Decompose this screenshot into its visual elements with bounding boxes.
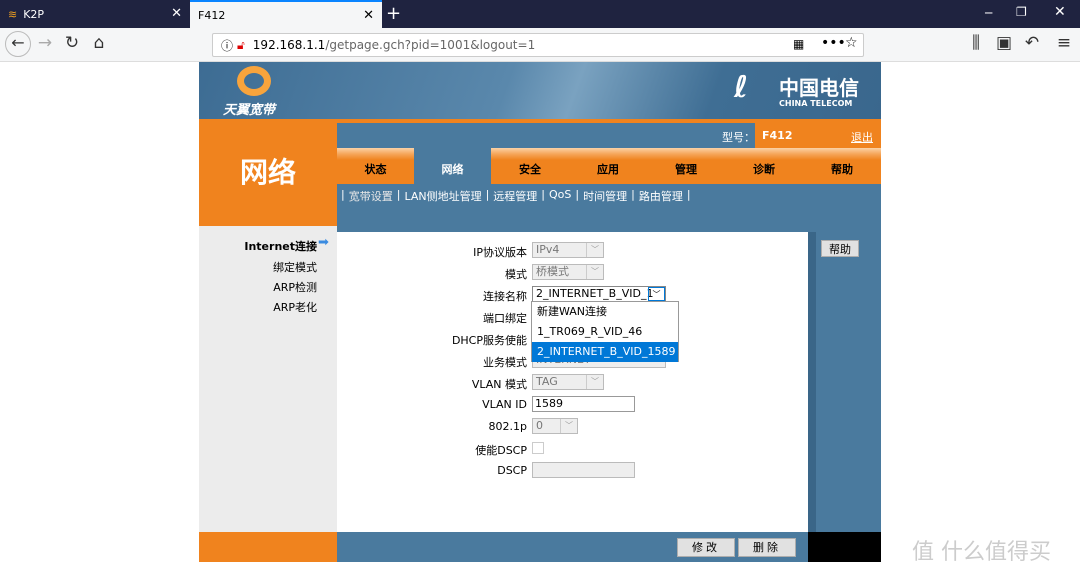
- sidebar-item-arp-aging[interactable]: ARP老化: [199, 299, 317, 315]
- insecure-lock-icon: 🔓︎: [237, 37, 245, 52]
- arrow-right-icon: ➡: [318, 235, 329, 250]
- sidebar-item-bind-mode[interactable]: 绑定模式: [199, 259, 317, 275]
- close-tab-icon[interactable]: ✕: [171, 6, 182, 21]
- sidebar-item-internet[interactable]: Internet连接: [199, 238, 317, 254]
- vlan-mode-select[interactable]: TAG ﹀: [532, 374, 604, 390]
- submenu-route[interactable]: 路由管理: [639, 188, 683, 204]
- dscp-input[interactable]: [532, 462, 635, 478]
- tab-k2p[interactable]: ≋ K2P ✕: [0, 0, 190, 28]
- reload-icon[interactable]: ↻: [60, 33, 84, 53]
- tianyi-logo-text: 天翼宽带: [223, 103, 276, 118]
- more-icon[interactable]: •••: [821, 35, 846, 51]
- library-icon[interactable]: ⫼: [964, 33, 988, 53]
- watermark: 值 什么值得买: [912, 540, 1051, 565]
- tab-network[interactable]: 网络: [414, 148, 491, 184]
- china-telecom-logo-icon: ℓ: [734, 70, 749, 105]
- submenu-lan[interactable]: LAN侧地址管理: [404, 188, 481, 204]
- submenu-time[interactable]: 时间管理: [583, 188, 627, 204]
- tianyi-logo-icon: [237, 66, 271, 96]
- sidebar-icon[interactable]: ▣: [992, 33, 1016, 53]
- section-panel: 网络: [199, 119, 337, 226]
- mode-select[interactable]: 桥模式 ﹀: [532, 264, 604, 280]
- dropdown-option[interactable]: 新建WAN连接: [532, 302, 678, 322]
- close-window-icon[interactable]: ✕: [1054, 4, 1066, 20]
- submenu-broadband[interactable]: 宽带设置: [349, 188, 393, 204]
- connection-name-dropdown: 新建WAN连接 1_TR069_R_VID_46 2_INTERNET_B_VI…: [531, 301, 679, 362]
- chevron-down-icon: ﹀: [586, 243, 603, 257]
- bookmark-star-icon[interactable]: ☆: [845, 35, 858, 51]
- tab-application[interactable]: 应用: [569, 148, 647, 184]
- undo-icon[interactable]: ↶: [1020, 33, 1044, 53]
- new-tab-icon[interactable]: +: [386, 3, 401, 24]
- sidebar-item-arp-detect[interactable]: ARP检测: [199, 279, 317, 295]
- modify-button[interactable]: 修改: [677, 538, 735, 557]
- dropdown-option[interactable]: 1_TR069_R_VID_46: [532, 322, 678, 342]
- restore-icon[interactable]: ❐: [1016, 5, 1027, 19]
- tab-help[interactable]: 帮助: [803, 148, 881, 184]
- qr-code-icon[interactable]: ▦: [793, 37, 804, 51]
- close-tab-icon[interactable]: ✕: [363, 8, 374, 23]
- tab-security[interactable]: 安全: [491, 148, 569, 184]
- logout-link[interactable]: 退出: [851, 129, 873, 145]
- model-value: F412: [762, 129, 793, 142]
- delete-button[interactable]: 删除: [738, 538, 796, 557]
- url-bar[interactable]: ⓘ 🔓︎ 192.168.1.1/getpage.gch?pid=1001&log…: [212, 33, 864, 57]
- submenu: | 宽带设置 | LAN侧地址管理 | 远程管理 | QoS | 时间管理 | 路由管理 |: [341, 188, 691, 204]
- tab-diagnosis[interactable]: 诊断: [725, 148, 803, 184]
- priority-select[interactable]: 0 ﹀: [532, 418, 578, 434]
- connection-name-select[interactable]: 2_INTERNET_B_VID_1 ﹀: [532, 286, 666, 302]
- section-title: 网络: [239, 156, 296, 189]
- chevron-down-icon: ﹀: [560, 419, 577, 433]
- vlan-id-input[interactable]: 1589: [532, 396, 635, 412]
- dropdown-option-selected[interactable]: 2_INTERNET_B_VID_1589: [532, 342, 678, 362]
- tab-management[interactable]: 管理: [647, 148, 725, 184]
- chevron-down-icon: ﹀: [586, 265, 603, 279]
- help-button[interactable]: 帮助: [821, 240, 859, 257]
- back-icon[interactable]: ←: [5, 31, 31, 57]
- ip-version-select[interactable]: IPv4 ﹀: [532, 242, 604, 258]
- minimize-icon[interactable]: ─: [985, 6, 992, 20]
- info-icon[interactable]: ⓘ: [221, 37, 233, 54]
- chevron-down-icon: ﹀: [586, 375, 603, 389]
- forward-icon[interactable]: →: [33, 33, 57, 53]
- submenu-qos[interactable]: QoS: [549, 188, 571, 204]
- tab-f412[interactable]: F412 ✕: [190, 0, 382, 28]
- tab-status[interactable]: 状态: [337, 148, 414, 184]
- home-icon[interactable]: ⌂: [87, 33, 111, 53]
- help-column: [808, 232, 881, 532]
- wifi-icon: ≋: [8, 7, 18, 21]
- menu-icon[interactable]: ≡: [1052, 33, 1076, 53]
- browser-nav-bar: ← → ↻ ⌂ ⓘ 🔓︎ 192.168.1.1/getpage.gch?pid=…: [0, 28, 1080, 62]
- browser-tab-bar: ≋ K2P ✕ F412 ✕ + ─ ❐ ✕: [0, 0, 1080, 28]
- submenu-remote[interactable]: 远程管理: [493, 188, 537, 204]
- dscp-enable-checkbox[interactable]: [532, 442, 544, 454]
- chevron-down-icon: ﹀: [648, 287, 665, 301]
- header-banner: 天翼宽带 ℓ 中国电信 CHINA TELECOM: [199, 62, 881, 119]
